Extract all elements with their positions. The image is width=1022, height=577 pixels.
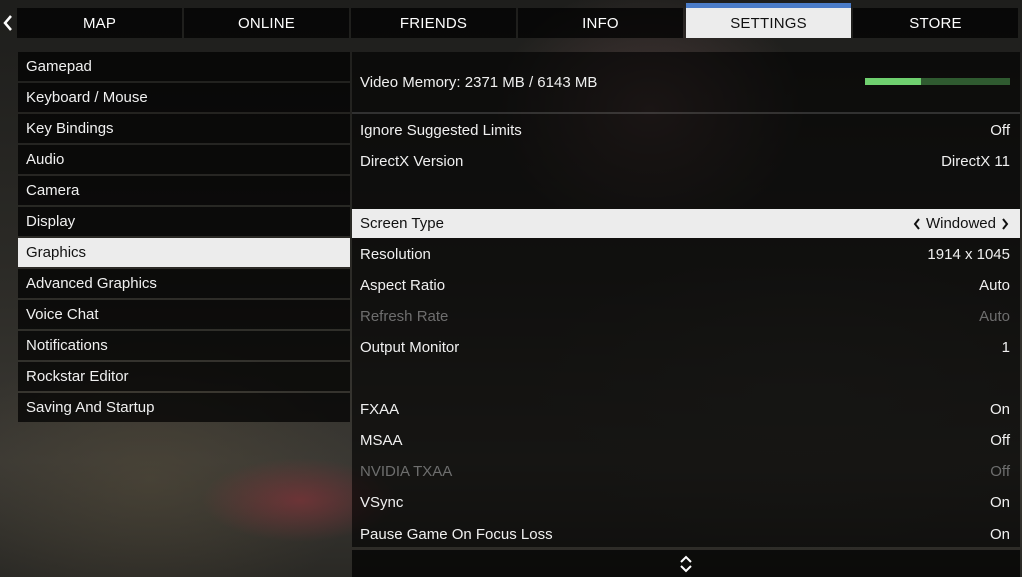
- tab-map[interactable]: MAP: [17, 8, 182, 38]
- divider: [352, 112, 1020, 114]
- setting-ignore-suggested-limits[interactable]: Ignore Suggested Limits Off: [352, 116, 1020, 145]
- video-memory-label: Video Memory: 2371 MB / 6143 MB: [360, 73, 598, 91]
- setting-directx-version[interactable]: DirectX Version DirectX 11: [352, 147, 1020, 176]
- menu-item-audio[interactable]: Audio: [18, 145, 350, 174]
- scroll-indicator[interactable]: [352, 550, 1020, 577]
- setting-pause-game-on-focus-loss[interactable]: Pause Game On Focus Loss On: [352, 520, 1020, 549]
- up-down-chevron-icon: [680, 555, 692, 572]
- setting-value: Auto: [979, 277, 1010, 294]
- video-memory-row: Video Memory: 2371 MB / 6143 MB: [352, 52, 1020, 112]
- graphics-settings-panel: Video Memory: 2371 MB / 6143 MB Ignore S…: [352, 52, 1020, 547]
- setting-nvidia-txaa: NVIDIA TXAA Off: [352, 457, 1020, 486]
- setting-fxaa[interactable]: FXAA On: [352, 395, 1020, 424]
- setting-value: Windowed: [925, 215, 996, 232]
- setting-label: Pause Game On Focus Loss: [360, 526, 553, 543]
- video-memory-bar-fill: [865, 78, 921, 85]
- menu-item-keyboard-mouse[interactable]: Keyboard / Mouse: [18, 83, 350, 112]
- setting-vsync[interactable]: VSync On: [352, 488, 1020, 517]
- tab-settings[interactable]: SETTINGS: [686, 3, 851, 38]
- settings-category-menu: Gamepad Keyboard / Mouse Key Bindings Au…: [18, 52, 350, 424]
- setting-value: On: [989, 526, 1010, 543]
- setting-label: Refresh Rate: [360, 308, 449, 325]
- setting-label: FXAA: [360, 401, 400, 418]
- setting-screen-type[interactable]: Screen Type Windowed: [352, 209, 1020, 238]
- tab-store[interactable]: STORE: [853, 8, 1018, 38]
- setting-msaa[interactable]: MSAA Off: [352, 426, 1020, 455]
- setting-label: NVIDIA TXAA: [360, 463, 453, 480]
- tab-online[interactable]: ONLINE: [184, 8, 349, 38]
- setting-label: Resolution: [360, 246, 431, 263]
- setting-label: VSync: [360, 494, 404, 511]
- setting-label: Ignore Suggested Limits: [360, 122, 522, 139]
- setting-output-monitor[interactable]: Output Monitor 1: [352, 333, 1020, 362]
- setting-value: Off: [990, 122, 1010, 139]
- setting-label: Aspect Ratio: [360, 277, 446, 294]
- menu-item-gamepad[interactable]: Gamepad: [18, 52, 350, 81]
- setting-label: MSAA: [360, 432, 403, 449]
- chevron-left-icon: [3, 15, 12, 31]
- setting-label: Screen Type: [360, 215, 444, 232]
- menu-item-saving-and-startup[interactable]: Saving And Startup: [18, 393, 350, 422]
- menu-item-graphics[interactable]: Graphics: [18, 238, 350, 267]
- back-button[interactable]: [0, 8, 16, 38]
- setting-value: Off: [990, 463, 1010, 480]
- menu-item-notifications[interactable]: Notifications: [18, 331, 350, 360]
- setting-value: Auto: [979, 308, 1010, 325]
- setting-value: 1: [1001, 339, 1010, 356]
- setting-value: 1914 x 1045: [927, 246, 1010, 263]
- menu-item-advanced-graphics[interactable]: Advanced Graphics: [18, 269, 350, 298]
- tab-info[interactable]: INFO: [518, 8, 683, 38]
- setting-value: On: [989, 494, 1010, 511]
- setting-value: Off: [990, 432, 1010, 449]
- tab-friends[interactable]: FRIENDS: [351, 8, 516, 38]
- setting-value: DirectX 11: [941, 153, 1010, 170]
- chevron-left-icon[interactable]: [912, 217, 922, 230]
- menu-item-camera[interactable]: Camera: [18, 176, 350, 205]
- video-memory-bar: [865, 78, 1010, 85]
- setting-refresh-rate: Refresh Rate Auto: [352, 302, 1020, 331]
- menu-item-rockstar-editor[interactable]: Rockstar Editor: [18, 362, 350, 391]
- setting-value: On: [989, 401, 1010, 418]
- chevron-right-icon[interactable]: [1000, 217, 1010, 230]
- setting-aspect-ratio[interactable]: Aspect Ratio Auto: [352, 271, 1020, 300]
- setting-value-selector: Windowed: [912, 215, 1010, 232]
- menu-item-display[interactable]: Display: [18, 207, 350, 236]
- menu-item-voice-chat[interactable]: Voice Chat: [18, 300, 350, 329]
- setting-label: DirectX Version: [360, 153, 464, 170]
- setting-label: Output Monitor: [360, 339, 460, 356]
- setting-resolution[interactable]: Resolution 1914 x 1045: [352, 240, 1020, 269]
- menu-item-key-bindings[interactable]: Key Bindings: [18, 114, 350, 143]
